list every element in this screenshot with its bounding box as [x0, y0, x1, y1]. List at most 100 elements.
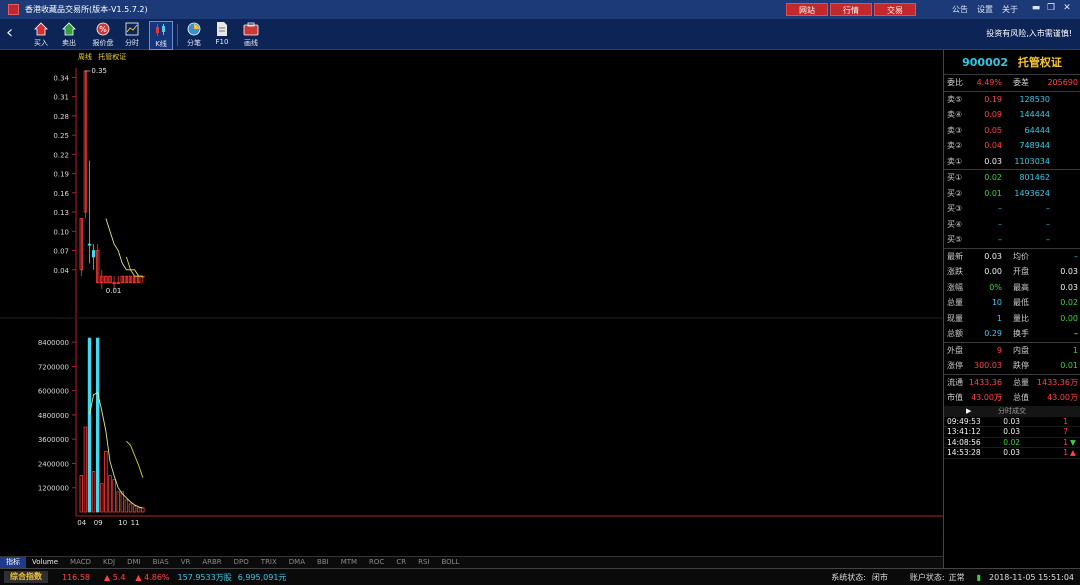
trade-flag: ▲	[1070, 448, 1076, 457]
stat-row: 涨幅 0% 最高 0.03	[944, 280, 1080, 296]
timeshare-button[interactable]: 分时	[120, 21, 144, 48]
trade-price: 0.03	[1003, 448, 1020, 457]
buy-order-row[interactable]: 买④ – –	[944, 217, 1080, 233]
timeshare-icon	[125, 22, 139, 36]
buy-order-row[interactable]: 买① 0.02 801462	[944, 170, 1080, 186]
indicator-tab[interactable]: RSI	[412, 557, 435, 568]
order-volume: –	[1046, 219, 1050, 229]
buy-button[interactable]: 买入	[29, 21, 53, 48]
sell-order-row[interactable]: 卖③ 0.05 64444	[944, 123, 1080, 139]
announcement-link[interactable]: 公告	[952, 4, 968, 15]
kline-button[interactable]: K线	[149, 21, 173, 50]
indicator-tab[interactable]: DMI	[121, 557, 147, 568]
stat-value: 0%	[989, 282, 1002, 292]
market-button[interactable]: 行情	[830, 3, 872, 16]
max-price-marker: 0.35	[91, 67, 107, 75]
volume-bar	[116, 491, 120, 513]
price-tick-label: 0.04	[53, 267, 69, 275]
indicator-tabs: 指标 Volume MACD KDJ DMI BIAS VR ARBR DPO TRIX DMA BB…	[0, 556, 943, 568]
indicator-tab[interactable]: BOLL	[435, 557, 465, 568]
indicator-tab[interactable]: BIAS	[147, 557, 175, 568]
volume-bar	[96, 337, 100, 513]
indicator-tab[interactable]: 指标	[0, 557, 26, 568]
indicator-tab[interactable]: VR	[175, 557, 197, 568]
stat-label: 总值	[1013, 393, 1029, 402]
close-icon[interactable]: ✕	[1061, 3, 1073, 13]
sell-order-row[interactable]: 卖⑤ 0.19 128530	[944, 92, 1080, 108]
index-volume: 157.9533万股	[177, 572, 232, 582]
volume-bar	[112, 479, 116, 513]
sys-status-label: 系统状态:	[831, 572, 866, 582]
indicator-tab[interactable]: CR	[390, 557, 412, 568]
indicator-tab[interactable]: KDJ	[97, 557, 121, 568]
volume-bar	[91, 471, 96, 513]
stock-code: 900002	[962, 56, 1009, 69]
volume-tick-label: 4800000	[38, 412, 69, 420]
f10-button[interactable]: F10	[210, 21, 234, 46]
stat-row: 涨跌 0.00 开盘 0.03	[944, 264, 1080, 280]
indicator-tab[interactable]: Volume	[26, 557, 64, 568]
datetime: 2018-11-05 15:51:04	[989, 572, 1074, 582]
volume-tick-label: 1200000	[38, 485, 69, 493]
x-axis-label: 09	[94, 519, 103, 527]
order-label: 卖③	[947, 125, 963, 135]
sell-button[interactable]: 卖出	[57, 21, 81, 48]
stat-label: 最低	[1013, 298, 1029, 307]
toolbar-divider	[177, 24, 178, 46]
price-tick-label: 0.22	[53, 151, 69, 159]
quote-button[interactable]: % 报价盘	[91, 21, 115, 48]
indicator-tab[interactable]: MTM	[335, 557, 363, 568]
stat-label: 市值	[947, 393, 963, 402]
stat-value: –	[1074, 329, 1078, 338]
about-link[interactable]: 关于	[1002, 4, 1018, 15]
settings-link[interactable]: 设置	[977, 4, 993, 15]
restore-icon[interactable]: ❐	[1045, 3, 1057, 13]
sell-order-row[interactable]: 卖① 0.03 1103034	[944, 154, 1080, 170]
candle-body	[87, 243, 92, 246]
volume-bar	[83, 426, 88, 513]
tick-button[interactable]: 分笔	[182, 21, 206, 48]
play-icon[interactable]: ▶	[966, 406, 971, 417]
x-axis-label: 10	[118, 519, 127, 527]
trade-time: 09:49:53	[947, 416, 981, 426]
stat-row: 最新 0.03 均价 –	[944, 249, 1080, 265]
kline-svg: 0.34 0.31 0.28 0.25 0.22 0.19 0.16 0.13 0.10 0.07…	[0, 67, 943, 527]
volume-bar	[141, 507, 145, 513]
order-volume: 128530	[1019, 94, 1050, 104]
buy-order-row[interactable]: 买② 0.01 1493624	[944, 186, 1080, 202]
stat-row: 总量 10 最低 0.02	[944, 295, 1080, 311]
draw-line-button[interactable]: 画线	[239, 21, 263, 48]
order-price: 0.05	[984, 125, 1002, 135]
indicator-tab[interactable]: DMA	[283, 557, 311, 568]
sell-order-row[interactable]: 卖② 0.04 748944	[944, 138, 1080, 154]
indicator-tab[interactable]: DPO	[228, 557, 255, 568]
sell-order-row[interactable]: 卖④ 0.09 144444	[944, 107, 1080, 123]
kline-icon	[156, 24, 165, 36]
wei-cha-label: 委差	[1013, 78, 1029, 87]
minimize-icon[interactable]: ▬	[1030, 3, 1042, 13]
f10-icon	[217, 22, 227, 36]
indicator-tab[interactable]: MACD	[64, 557, 97, 568]
stat-label: 内盘	[1013, 345, 1029, 355]
price-tick-label: 0.25	[53, 132, 69, 140]
buy-order-row[interactable]: 买⑤ – –	[944, 232, 1080, 248]
volume-tick-label: 7200000	[38, 363, 69, 371]
kline-chart[interactable]: 周线 托管权证 0.34 0.31 0.28 0.25 0.22 0.19 0.16 0.13…	[0, 50, 943, 556]
wei-bi-value: 4.49%	[976, 78, 1002, 87]
stat-row: 外盘 9 内盘 1	[944, 343, 1080, 359]
order-volume: 748944	[1019, 141, 1050, 150]
price-ma-line	[105, 218, 143, 277]
sys-status-value: 闭市	[871, 572, 888, 582]
indicator-tab[interactable]: BBI	[311, 557, 335, 568]
buy-order-row[interactable]: 买③ – –	[944, 201, 1080, 217]
quote-icon: %	[96, 22, 110, 36]
volume-tick-label: 6000000	[38, 388, 69, 396]
title-bar: 香港收藏品交易所(版本-V1.5.7.2) 网站 行情 交易 公告 设置 关于 …	[0, 0, 1080, 19]
back-icon[interactable]: ‹	[6, 23, 13, 43]
indicator-tab[interactable]: ROC	[363, 557, 390, 568]
indicator-tab[interactable]: TRIX	[255, 557, 283, 568]
website-button[interactable]: 网站	[786, 3, 828, 16]
indicator-tab[interactable]: ARBR	[196, 557, 227, 568]
stat-value: 1433.36万	[1036, 377, 1078, 387]
trade-button[interactable]: 交易	[874, 3, 916, 16]
